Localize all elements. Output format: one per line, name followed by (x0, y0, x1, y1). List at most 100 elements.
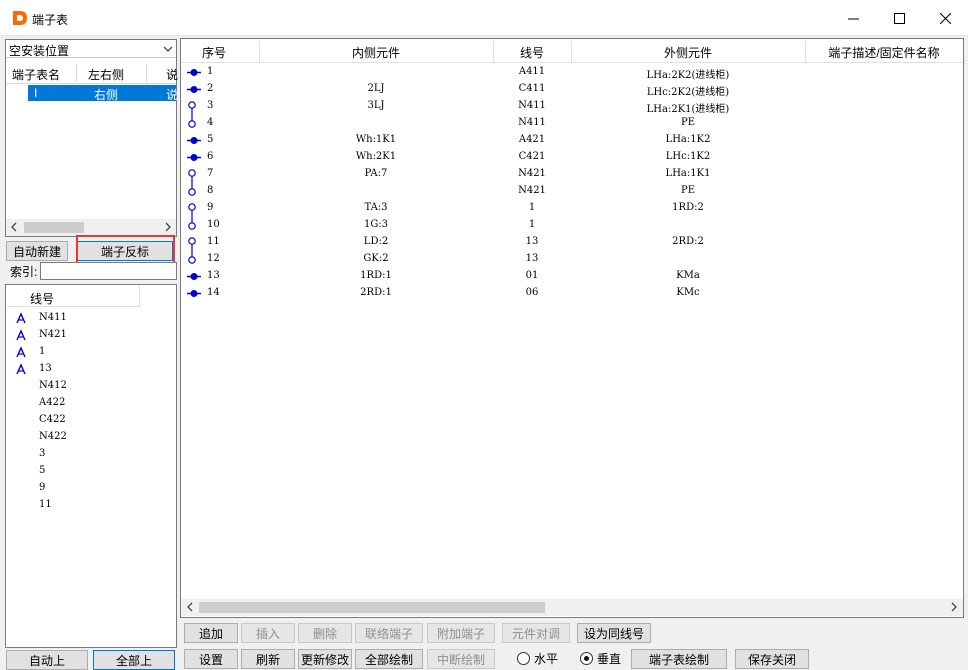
terminal-list-header: 端子表名 左右侧 说 (6, 62, 178, 84)
maximize-icon (893, 12, 905, 24)
terminal-table: 序号 内侧元件 线号 外侧元件 端子描述/固定件名称 1 A411 LHa:2K2(… (180, 38, 964, 618)
component-swap-button[interactable]: 元件对调 (502, 623, 570, 643)
draw-terminal-table-button[interactable]: 端子表绘制 (631, 649, 727, 669)
wire-number: N422 (39, 431, 67, 442)
list-item[interactable]: N411 (6, 310, 176, 327)
cell-no: 13 (207, 270, 220, 281)
scroll-left-icon[interactable] (184, 601, 196, 613)
auto-create-button[interactable]: 自动新建 (6, 241, 68, 261)
cell-no: 2 (207, 83, 214, 94)
terminal-list-hscroll[interactable] (6, 219, 176, 236)
list-item[interactable]: N412 (6, 378, 176, 395)
table-header: 序号 内侧元件 线号 外侧元件 端子描述/固定件名称 (181, 39, 963, 63)
table-row[interactable]: 13 1RD:1 01 KMa (181, 268, 963, 285)
cell-inner: LD:2 (363, 236, 389, 247)
table-row[interactable]: 8 N421 PE (181, 183, 963, 200)
wire-number: 3 (39, 448, 46, 459)
terminal-table-panel: 空安装位置 端子表名 左右侧 说 I 右侧 说 (5, 39, 178, 237)
settings-button[interactable]: 设置 (184, 649, 238, 669)
table-row[interactable]: 4 N411 PE (181, 115, 963, 132)
cell-outer: LHa:1K2 (665, 134, 711, 145)
set-same-wire-button[interactable]: 设为同线号 (577, 623, 651, 643)
marked-wire-icon (16, 329, 26, 341)
chevron-down-icon (163, 46, 173, 52)
cell-inner: 1RD:1 (360, 270, 392, 281)
terminal-link-bottom-icon (188, 183, 196, 196)
auto-up-button[interactable]: 自动上 (6, 650, 88, 670)
scroll-right-icon[interactable] (162, 221, 174, 233)
all-up-button[interactable]: 全部上 (93, 650, 175, 670)
table-row[interactable]: 5 Wh:1K1 A421 LHa:1K2 (181, 132, 963, 149)
location-combo[interactable]: 空安装位置 (6, 40, 176, 58)
vertical-radio[interactable]: 垂直 (580, 650, 621, 667)
list-item[interactable]: 13 (6, 361, 176, 378)
scroll-thumb[interactable] (24, 222, 84, 233)
list-item[interactable]: 1 (6, 344, 176, 361)
index-label: 索引: (10, 265, 38, 279)
table-row[interactable]: 10 1G:3 1 (181, 217, 963, 234)
header-desc[interactable]: 端子描述/固定件名称 (805, 44, 963, 61)
list-item[interactable]: 3 (6, 446, 176, 463)
terminal-solid-icon (187, 273, 201, 280)
terminal-side-cell: 右侧 (94, 88, 119, 102)
wire-number: 1 (39, 346, 46, 357)
header-terminal-name[interactable]: 端子表名 (12, 66, 60, 83)
cell-inner: GK:2 (363, 253, 389, 264)
radio-selected-icon (580, 652, 593, 665)
terminal-list-selected-row[interactable]: I 右侧 说 (28, 85, 178, 102)
list-item[interactable]: N422 (6, 429, 176, 446)
table-row[interactable]: 3 3LJ N411 LHa:2K1(进线柜) (181, 98, 963, 115)
list-item[interactable]: 11 (6, 497, 176, 514)
close-button[interactable] (922, 0, 968, 36)
header-outer[interactable]: 外侧元件 (571, 44, 805, 61)
horizontal-radio[interactable]: 水平 (517, 650, 558, 667)
marked-wire-icon (16, 346, 26, 358)
delete-button[interactable]: 删除 (298, 623, 352, 643)
cell-inner: 2RD:1 (360, 287, 392, 298)
refresh-button[interactable]: 刷新 (241, 649, 295, 669)
header-wire[interactable]: 线号 (493, 44, 571, 61)
table-row[interactable]: 1 A411 LHa:2K2(进线柜) (181, 64, 963, 81)
update-changes-button[interactable]: 更新修改 (298, 649, 352, 669)
cell-no: 3 (207, 100, 214, 111)
header-no[interactable]: 序号 (189, 44, 239, 61)
link-terminal-button[interactable]: 联络端子 (355, 623, 423, 643)
wire-list-header[interactable]: 线号 (6, 285, 140, 307)
draw-all-button[interactable]: 全部绘制 (355, 649, 423, 669)
cell-no: 14 (207, 287, 220, 298)
draw-break-button[interactable]: 中断绘制 (427, 649, 495, 669)
table-row[interactable]: 14 2RD:1 06 KMc (181, 285, 963, 302)
minimize-button[interactable] (830, 0, 876, 36)
scroll-right-icon[interactable] (948, 601, 960, 613)
wire-number: N421 (39, 329, 67, 340)
scroll-thumb[interactable] (199, 602, 545, 613)
location-combo-value: 空安装位置 (9, 44, 70, 58)
insert-button[interactable]: 插入 (241, 623, 295, 643)
table-row[interactable]: 6 Wh:2K1 C421 LHc:1K2 (181, 149, 963, 166)
terminal-link-bottom-icon (188, 251, 196, 264)
cell-wire: 01 (525, 270, 539, 281)
table-row[interactable]: 9 TA:3 1 1RD:2 (181, 200, 963, 217)
list-item[interactable]: C422 (6, 412, 176, 429)
list-item[interactable]: N421 (6, 327, 176, 344)
header-side[interactable]: 左右侧 (88, 66, 124, 83)
table-row[interactable]: 2 2LJ C411 LHc:2K2(进线柜) (181, 81, 963, 98)
attach-terminal-button[interactable]: 附加端子 (427, 623, 495, 643)
table-hscroll[interactable] (181, 599, 963, 616)
table-row[interactable]: 11 LD:2 13 2RD:2 (181, 234, 963, 251)
save-close-button[interactable]: 保存关闭 (735, 649, 809, 669)
list-item[interactable]: 5 (6, 463, 176, 480)
header-inner[interactable]: 内侧元件 (259, 44, 493, 61)
cell-wire: C411 (518, 83, 546, 94)
table-row[interactable]: 7 PA:7 N421 LHa:1K1 (181, 166, 963, 183)
table-row[interactable]: 12 GK:2 13 (181, 251, 963, 268)
header-desc[interactable]: 说 (166, 66, 178, 83)
scroll-left-icon[interactable] (8, 221, 20, 233)
list-item[interactable]: A422 (6, 395, 176, 412)
cell-wire: A421 (518, 134, 546, 145)
minimize-icon (847, 18, 859, 19)
index-input[interactable] (40, 262, 177, 280)
append-button[interactable]: 追加 (184, 623, 238, 643)
maximize-button[interactable] (876, 0, 922, 36)
list-item[interactable]: 9 (6, 480, 176, 497)
